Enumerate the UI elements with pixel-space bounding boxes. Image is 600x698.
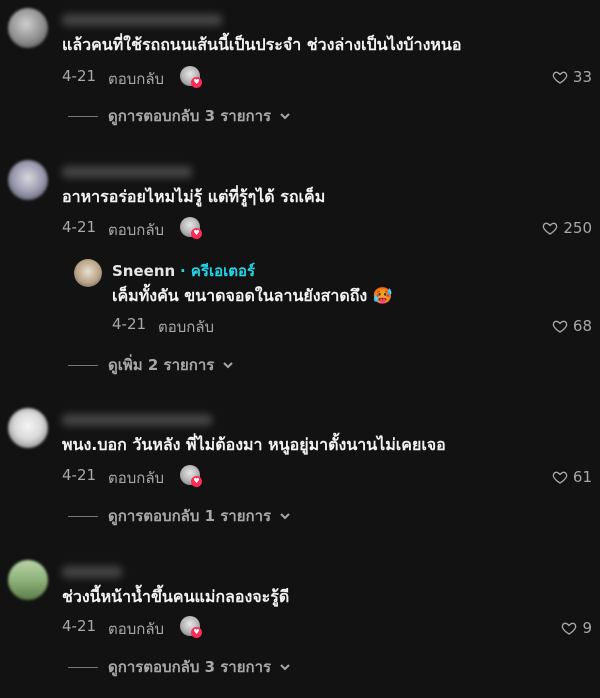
view-replies-label: ดูการตอบกลับ 3 รายการ bbox=[108, 107, 272, 125]
divider bbox=[68, 666, 98, 668]
reply-date: 4-21 bbox=[112, 315, 147, 333]
like-count: 9 bbox=[582, 619, 592, 637]
view-more-button[interactable]: ดูเพิ่ม 2 รายการ bbox=[68, 353, 234, 377]
like-count: 250 bbox=[563, 219, 592, 237]
like-button[interactable]: 61 bbox=[552, 468, 592, 486]
avatar[interactable] bbox=[8, 8, 48, 48]
view-replies-label: ดูการตอบกลับ 1 รายการ bbox=[108, 507, 272, 525]
comment-date: 4-21 bbox=[62, 466, 97, 484]
chevron-down-icon bbox=[280, 513, 290, 520]
heart-outline-icon bbox=[543, 222, 558, 235]
comment-date: 4-21 bbox=[62, 617, 97, 635]
creator-liked-heart-icon: ♥ bbox=[191, 77, 202, 88]
avatar[interactable] bbox=[8, 160, 48, 200]
divider bbox=[68, 515, 98, 517]
creator-liked-heart-icon: ♥ bbox=[191, 627, 202, 638]
view-replies-button[interactable]: ดูการตอบกลับ 1 รายการ bbox=[68, 504, 291, 528]
like-button[interactable]: 9 bbox=[561, 619, 592, 637]
like-count: 68 bbox=[572, 317, 592, 335]
like-button[interactable]: 33 bbox=[552, 68, 592, 86]
creator-liked-heart-icon: ♥ bbox=[191, 228, 202, 239]
chevron-down-icon bbox=[280, 664, 290, 671]
comment-text: แล้วคนที่ใช้รถถนนเส้นนี้เป็นประจำ ช่วงล่… bbox=[62, 35, 462, 54]
reply-button[interactable]: ตอบกลับ bbox=[158, 315, 214, 339]
like-button[interactable]: 250 bbox=[542, 219, 592, 237]
like-count: 33 bbox=[572, 68, 592, 86]
avatar[interactable] bbox=[8, 560, 48, 600]
heart-outline-icon bbox=[562, 622, 577, 635]
divider bbox=[68, 115, 98, 117]
comment-date: 4-21 bbox=[62, 218, 97, 236]
chevron-down-icon bbox=[223, 362, 234, 369]
username-blurred[interactable] bbox=[62, 14, 222, 26]
avatar[interactable] bbox=[8, 408, 48, 448]
comment-text: ช่วงนี้หน้าน้ำขึ้นคนแม่กลองจะรู้ดี bbox=[62, 587, 290, 606]
creator-tag: · ครีเอเตอร์ bbox=[179, 262, 256, 280]
reply-button[interactable]: ตอบกลับ bbox=[108, 218, 164, 242]
heart-outline-icon bbox=[552, 320, 568, 333]
reply-button[interactable]: ตอบกลับ bbox=[108, 67, 164, 91]
view-replies-label: ดูการตอบกลับ 3 รายการ bbox=[108, 658, 272, 676]
reply-button[interactable]: ตอบกลับ bbox=[108, 466, 164, 490]
view-more-label: ดูเพิ่ม 2 รายการ bbox=[108, 356, 215, 374]
view-replies-button[interactable]: ดูการตอบกลับ 3 รายการ bbox=[68, 655, 291, 679]
chevron-down-icon bbox=[280, 113, 290, 120]
reply-username[interactable]: Sneenn bbox=[112, 262, 175, 280]
heart-outline-icon bbox=[552, 71, 568, 84]
creator-liked-heart-icon: ♥ bbox=[191, 476, 202, 487]
like-count: 61 bbox=[572, 468, 592, 486]
divider bbox=[68, 364, 98, 366]
reply-button[interactable]: ตอบกลับ bbox=[108, 617, 164, 641]
reply-header: Sneenn · ครีเอเตอร์ bbox=[112, 260, 255, 282]
comment-date: 4-21 bbox=[62, 67, 97, 85]
comment-text: อาหารอร่อยไหมไม่รู้ แต่ที่รู้ๆได้ รถเค็ม bbox=[62, 187, 326, 206]
username-blurred[interactable] bbox=[62, 166, 192, 178]
reply-avatar[interactable] bbox=[74, 259, 102, 287]
heart-outline-icon bbox=[552, 471, 568, 484]
username-blurred[interactable] bbox=[62, 414, 212, 426]
view-replies-button[interactable]: ดูการตอบกลับ 3 รายการ bbox=[68, 104, 291, 128]
comment-text: พนง.บอก วันหลัง พี่ไม่ต้องมา หนูอยู่มาตั… bbox=[62, 435, 446, 454]
username-blurred[interactable] bbox=[62, 566, 122, 578]
reply-text: เค็มทั้งคัน ขนาดจอดในลานยังสาดถึง 🥵 bbox=[112, 286, 393, 305]
like-button[interactable]: 68 bbox=[552, 317, 592, 335]
